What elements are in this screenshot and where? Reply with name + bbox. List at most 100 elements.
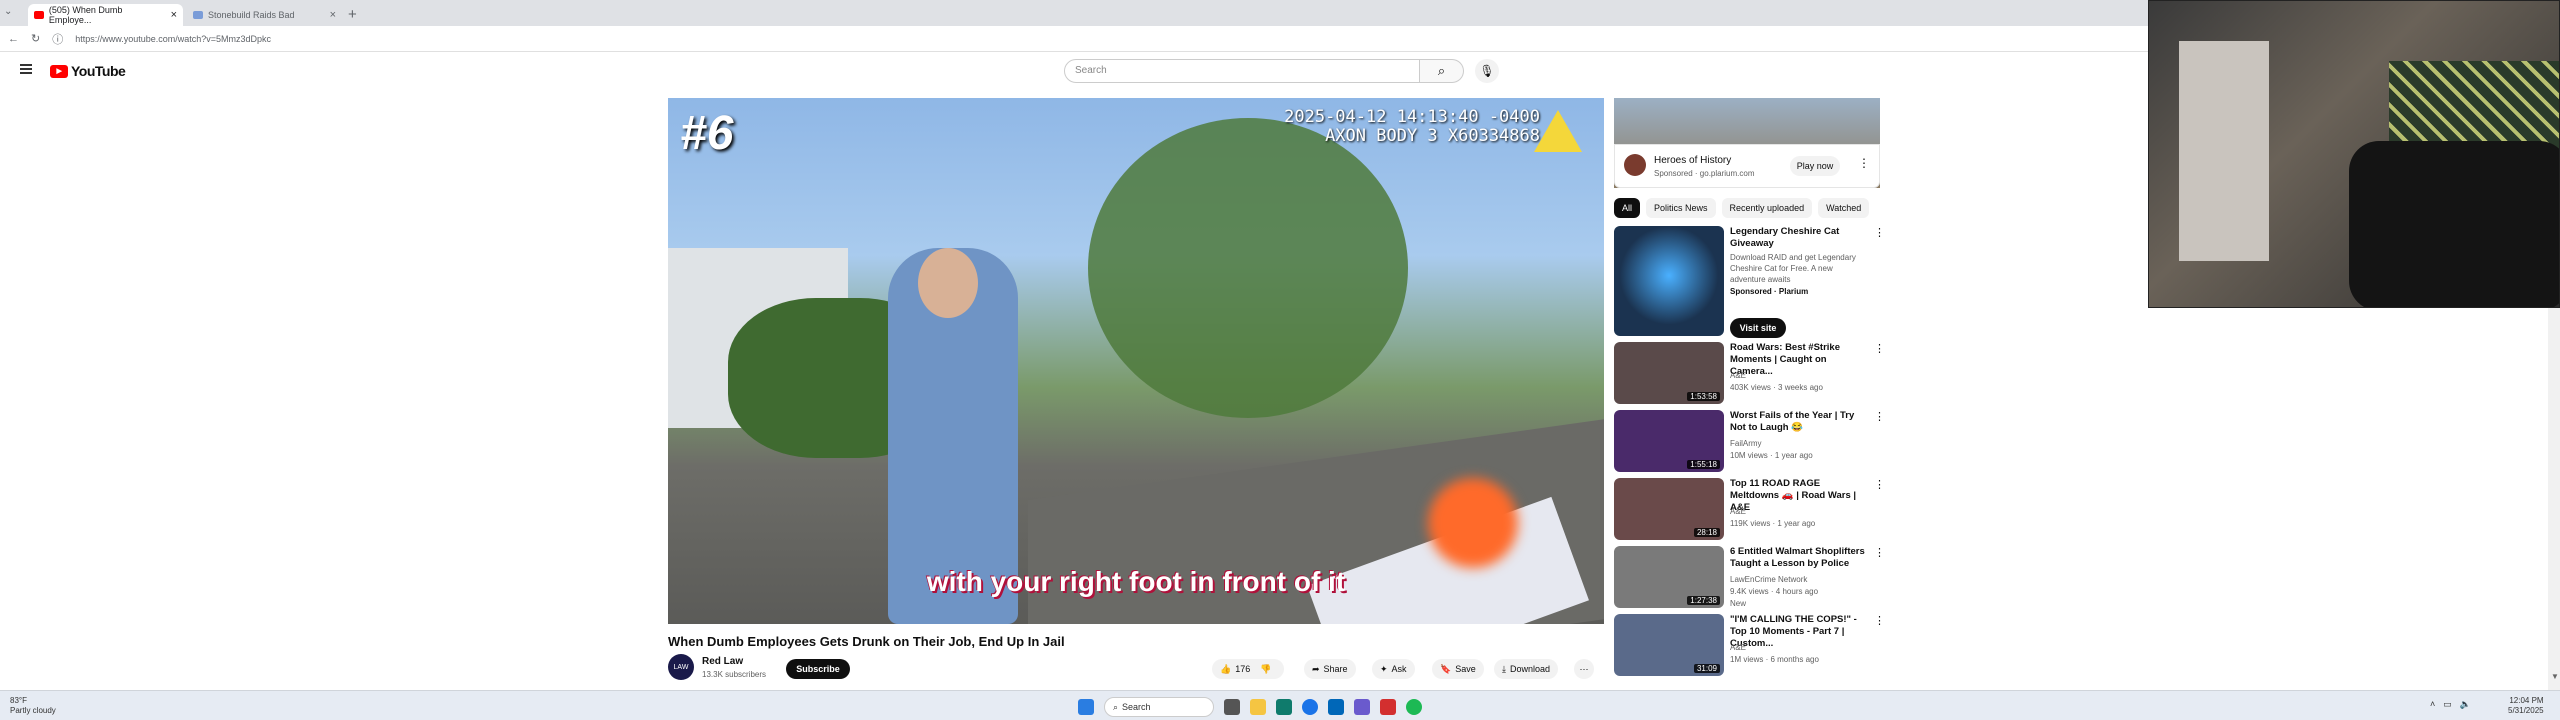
rec-title[interactable]: "I'M CALLING THE COPS!" - Top 10 Moments… bbox=[1730, 614, 1870, 650]
windows-start-icon[interactable] bbox=[1078, 699, 1094, 715]
rec-stats: 1M views · 6 months ago bbox=[1730, 655, 1819, 664]
more-actions-button[interactable]: ⋯ bbox=[1574, 659, 1594, 679]
chip-recently-uploaded[interactable]: Recently uploaded bbox=[1721, 198, 1813, 218]
share-label: Share bbox=[1323, 664, 1348, 674]
rec-title[interactable]: Top 11 ROAD RAGE Meltdowns 🚗 | Road Wars… bbox=[1730, 478, 1870, 514]
tab-youtube[interactable]: (505) When Dumb Employe... × bbox=[28, 4, 183, 26]
site-info-icon[interactable]: ⓘ bbox=[52, 31, 63, 47]
rec-stats: 403K views · 3 weeks ago bbox=[1730, 383, 1823, 392]
tab-close-icon[interactable]: × bbox=[171, 9, 177, 21]
like-icon[interactable]: 👍 bbox=[1220, 664, 1231, 675]
tab-list-chevron-icon[interactable]: ⌄ bbox=[4, 6, 12, 17]
more-options-icon[interactable]: ⋮ bbox=[1874, 478, 1885, 491]
store-icon[interactable] bbox=[1328, 699, 1344, 715]
timestamp-line: 2025-04-12 14:13:40 -0400 bbox=[1284, 107, 1540, 127]
subscriber-count: 13.3K subscribers bbox=[702, 670, 767, 679]
rec-title[interactable]: Worst Fails of the Year | Try Not to Lau… bbox=[1730, 410, 1870, 434]
search-button[interactable]: ⌕ bbox=[1420, 59, 1464, 83]
subscribe-button[interactable]: Subscribe bbox=[786, 659, 850, 679]
bodycam-timestamp: 2025-04-12 14:13:40 -0400 AXON BODY 3 X6… bbox=[1284, 108, 1540, 146]
visit-site-button[interactable]: Visit site bbox=[1730, 318, 1786, 338]
discord-icon[interactable] bbox=[1354, 699, 1370, 715]
video-thumbnail[interactable] bbox=[1614, 226, 1724, 336]
rec-channel[interactable]: LawEnCrime Network bbox=[1730, 574, 1807, 585]
reload-icon[interactable]: ↻ bbox=[31, 32, 40, 45]
video-thumbnail[interactable]: 31:09 bbox=[1614, 614, 1724, 676]
voice-search-button[interactable]: 🎙 bbox=[1475, 59, 1499, 83]
more-options-icon[interactable]: ⋮ bbox=[1874, 342, 1885, 355]
ad-more-icon[interactable]: ⋮ bbox=[1858, 156, 1870, 170]
page-scrollbar[interactable] bbox=[2548, 308, 2560, 690]
taskbar-search[interactable]: ⌕ Search bbox=[1104, 697, 1214, 717]
recommendation-item[interactable]: 1:53:58 Road Wars: Best #Strike Moments … bbox=[1614, 342, 1885, 406]
app-icon[interactable] bbox=[1380, 699, 1396, 715]
rec-channel[interactable]: A&E bbox=[1730, 370, 1746, 381]
rec-title[interactable]: 6 Entitled Walmart Shoplifters Taught a … bbox=[1730, 546, 1870, 570]
file-explorer-icon[interactable] bbox=[1250, 699, 1266, 715]
weather-widget[interactable]: 83°F Partly cloudy bbox=[10, 696, 56, 716]
task-view-icon[interactable] bbox=[1224, 699, 1240, 715]
scroll-down-arrow-icon[interactable]: ▼ bbox=[2551, 672, 2559, 681]
rec-channel[interactable]: A&E bbox=[1730, 642, 1746, 653]
rec-stats: 119K views · 1 year ago bbox=[1730, 519, 1816, 528]
rec-title[interactable]: Legendary Cheshire Cat Giveaway bbox=[1730, 226, 1870, 250]
more-options-icon[interactable]: ⋮ bbox=[1874, 546, 1885, 559]
back-arrow-icon[interactable]: ← bbox=[8, 33, 19, 45]
video-player[interactable]: #6 2025-04-12 14:13:40 -0400 AXON BODY 3… bbox=[668, 98, 1604, 624]
tab-close-icon[interactable]: × bbox=[330, 9, 336, 21]
clock-date: 5/31/2025 bbox=[2508, 706, 2544, 715]
new-badge: New bbox=[1730, 599, 1747, 608]
chip-watched[interactable]: Watched bbox=[1818, 198, 1870, 218]
ask-button[interactable]: ✦ Ask bbox=[1372, 659, 1415, 679]
recommendation-item[interactable]: 1:27:38 6 Entitled Walmart Shoplifters T… bbox=[1614, 546, 1885, 610]
rec-channel[interactable]: FailArmy bbox=[1730, 438, 1762, 449]
like-count[interactable]: 176 bbox=[1235, 664, 1250, 674]
clock[interactable]: 12:04 PM 5/31/2025 bbox=[2508, 696, 2544, 716]
youtube-logo[interactable]: ▶ YouTube bbox=[50, 63, 126, 79]
download-button[interactable]: ⤓ Download bbox=[1494, 659, 1559, 679]
download-icon: ⤓ bbox=[1502, 663, 1506, 674]
ad-info-card bbox=[1614, 144, 1880, 188]
video-thumbnail[interactable]: 28:18 bbox=[1614, 478, 1724, 540]
new-tab-button[interactable]: + bbox=[348, 4, 357, 26]
recommendation-item[interactable]: 1:55:18 Worst Fails of the Year | Try No… bbox=[1614, 410, 1885, 474]
search-input[interactable]: Search bbox=[1064, 59, 1420, 83]
video-thumbnail[interactable]: 1:55:18 bbox=[1614, 410, 1724, 472]
more-options-icon[interactable]: ⋮ bbox=[1874, 410, 1885, 423]
webcam-chair bbox=[2349, 141, 2559, 307]
recommendation-item[interactable]: 31:09 "I'M CALLING THE COPS!" - Top 10 M… bbox=[1614, 614, 1885, 678]
ad-play-button[interactable]: Play now bbox=[1790, 156, 1840, 176]
webcam-overlay bbox=[2148, 0, 2560, 308]
rec-title[interactable]: Road Wars: Best #Strike Moments | Caught… bbox=[1730, 342, 1870, 378]
weather-temp: 83°F bbox=[10, 696, 27, 705]
browser-tab-bar: ⌄ (505) When Dumb Employe... × Stonebuil… bbox=[0, 0, 2148, 26]
more-options-icon[interactable]: ⋮ bbox=[1874, 614, 1885, 627]
save-button[interactable]: 🔖 Save bbox=[1432, 659, 1484, 679]
recommendation-item[interactable]: 28:18 Top 11 ROAD RAGE Meltdowns 🚗 | Roa… bbox=[1614, 478, 1885, 542]
chrome-icon[interactable] bbox=[1302, 699, 1318, 715]
volume-icon[interactable]: 🔈 bbox=[2460, 699, 2471, 710]
rec-channel[interactable]: A&E bbox=[1730, 506, 1746, 517]
tab-favicon-icon bbox=[193, 11, 203, 19]
hamburger-menu-icon[interactable] bbox=[20, 64, 32, 74]
microphone-icon: 🎙 bbox=[1479, 64, 1495, 78]
taskbar-apps: ⌕ Search bbox=[1078, 697, 1422, 717]
ad-title[interactable]: Heroes of History bbox=[1654, 155, 1731, 166]
video-thumbnail[interactable]: 1:27:38 bbox=[1614, 546, 1724, 608]
url-field[interactable]: https://www.youtube.com/watch?v=5Mmz3dDp… bbox=[75, 34, 271, 44]
edge-icon[interactable] bbox=[1276, 699, 1292, 715]
more-options-icon[interactable]: ⋮ bbox=[1874, 226, 1885, 239]
tab-stonebuild[interactable]: Stonebuild Raids Bad × bbox=[187, 4, 342, 26]
youtube-header: ▶ YouTube Search ⌕ 🎙 bbox=[0, 52, 2148, 92]
spotify-icon[interactable] bbox=[1406, 699, 1422, 715]
dislike-icon[interactable]: 👎 bbox=[1260, 664, 1271, 675]
chip-all[interactable]: All bbox=[1614, 198, 1641, 218]
share-button[interactable]: ➦ Share bbox=[1304, 659, 1356, 679]
channel-avatar[interactable]: LAW bbox=[668, 654, 694, 680]
video-thumbnail[interactable]: 1:53:58 bbox=[1614, 342, 1724, 404]
channel-name[interactable]: Red Law bbox=[702, 656, 743, 667]
sponsored-recommendation[interactable]: Legendary Cheshire Cat Giveaway Download… bbox=[1614, 226, 1885, 338]
tray-chevron-icon[interactable]: ˄ bbox=[2430, 699, 2435, 710]
chip-politics-news[interactable]: Politics News bbox=[1646, 198, 1716, 218]
network-icon[interactable]: ▭ bbox=[2443, 699, 2452, 710]
